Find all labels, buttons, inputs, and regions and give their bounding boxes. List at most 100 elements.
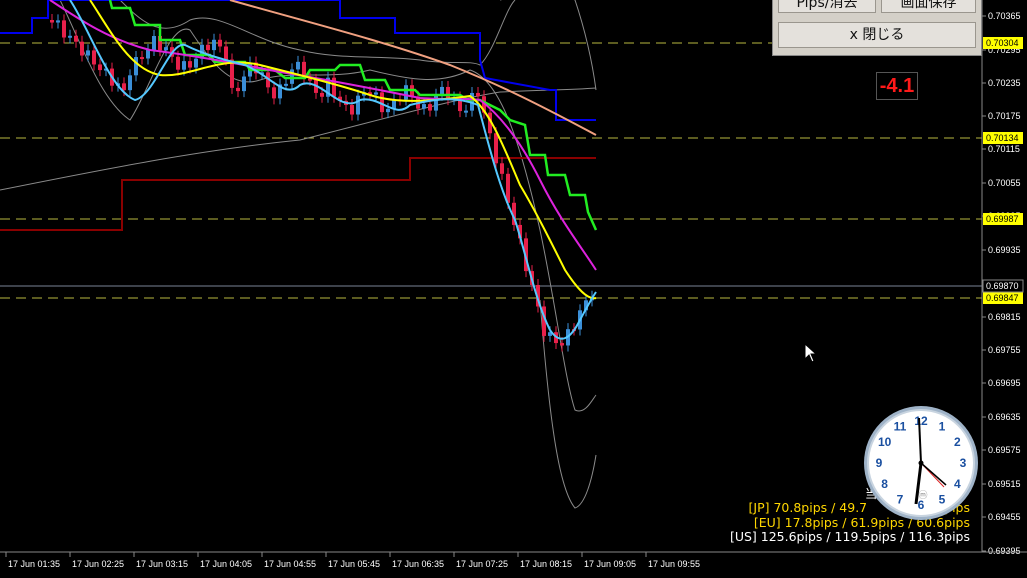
- candle-body: [68, 35, 72, 38]
- candle-body: [428, 104, 432, 111]
- candle-body: [560, 343, 564, 346]
- clock-number: 4: [954, 477, 961, 491]
- candle-body: [242, 76, 246, 92]
- price-label: 0.70365: [988, 11, 1021, 21]
- clock-number: 9: [876, 456, 883, 470]
- price-label: 0.69515: [988, 479, 1021, 489]
- time-label: 17 Jun 08:15: [520, 559, 572, 569]
- price-label: 0.70115: [988, 144, 1020, 154]
- candle-body: [50, 20, 54, 23]
- candle-body: [62, 20, 66, 38]
- candle-body: [290, 69, 294, 84]
- time-axis: 17 Jun 01:35 17 Jun 02:25 17 Jun 03:15 17 J…: [5, 552, 700, 569]
- candle-body: [404, 85, 408, 100]
- price-label: 0.70235: [988, 78, 1021, 88]
- candlesticks: [50, 14, 594, 352]
- candle-body: [212, 39, 216, 51]
- candle-body: [98, 64, 102, 71]
- clock-number: 8: [881, 477, 888, 491]
- candle-body: [500, 163, 504, 174]
- time-label: 17 Jun 04:05: [200, 559, 252, 569]
- candle-body: [440, 86, 444, 95]
- candle-body: [80, 41, 84, 56]
- price-label: 0.70175: [988, 111, 1021, 121]
- price-label: 0.69455: [988, 512, 1021, 522]
- clock-number: 11: [894, 420, 907, 434]
- stats-us: [US] 125.6pips / 119.5pips / 116.3pips: [729, 529, 970, 544]
- clock-logo-icon: ⓜ: [918, 490, 927, 500]
- candle-body: [356, 95, 360, 115]
- time-label: 17 Jun 01:35: [8, 559, 60, 569]
- candle-body: [56, 20, 60, 23]
- candle-body: [434, 94, 438, 111]
- clock-number: 2: [954, 435, 961, 449]
- current-price-label: 0.69870: [986, 281, 1019, 291]
- pips-value-badge: -4.1: [876, 72, 918, 100]
- level-box-label: 0.70304: [986, 38, 1019, 48]
- candle-body: [146, 50, 150, 59]
- time-label: 17 Jun 09:05: [584, 559, 636, 569]
- candle-body: [152, 36, 156, 51]
- candle-body: [194, 58, 198, 68]
- price-label: 0.69695: [988, 378, 1021, 388]
- price-label: 0.69755: [988, 345, 1021, 355]
- candle-body: [494, 133, 498, 164]
- mouse-cursor-icon: [804, 343, 818, 363]
- price-label: 0.69575: [988, 445, 1021, 455]
- price-label: 0.69395: [988, 546, 1021, 556]
- time-label: 17 Jun 03:15: [136, 559, 188, 569]
- candle-body: [374, 92, 378, 95]
- level-box-label: 0.69987: [986, 214, 1019, 224]
- candle-body: [74, 35, 78, 42]
- pips-clear-button[interactable]: Pips/消去: [778, 0, 876, 13]
- time-label: 17 Jun 09:55: [648, 559, 700, 569]
- time-label: 17 Jun 02:25: [72, 559, 124, 569]
- clock-number: 3: [960, 456, 967, 470]
- control-panel: Pips/消去 画面保存 x 閉じる: [772, 0, 982, 56]
- candle-body: [386, 108, 390, 113]
- price-label: 0.70055: [988, 178, 1021, 188]
- clock-number: 12: [914, 414, 928, 428]
- clock-number: 7: [897, 492, 904, 506]
- candle-body: [464, 110, 468, 113]
- candle-body: [236, 87, 240, 92]
- price-label: 0.69815: [988, 312, 1021, 322]
- clock-center: [918, 460, 924, 466]
- candle-body: [164, 47, 168, 51]
- price-label: 0.69935: [988, 245, 1021, 255]
- candle-body: [86, 50, 90, 56]
- candle-body: [134, 57, 138, 76]
- candle-body: [446, 86, 450, 100]
- bollinger-upper-2: [500, 0, 597, 91]
- close-button[interactable]: x 閉じる: [778, 22, 976, 48]
- time-label: 17 Jun 06:35: [392, 559, 444, 569]
- screenshot-save-button[interactable]: 画面保存: [881, 0, 976, 13]
- bollinger-bands: [0, 0, 597, 509]
- level-box-label: 0.70134: [986, 133, 1019, 143]
- candle-body: [422, 104, 426, 109]
- price-label: 0.69635: [988, 412, 1021, 422]
- candle-body: [218, 39, 222, 47]
- candle-body: [476, 92, 480, 97]
- candle-body: [272, 87, 276, 99]
- time-label: 17 Jun 07:25: [456, 559, 508, 569]
- clock-number: 6: [918, 498, 925, 512]
- time-label: 17 Jun 05:45: [328, 559, 380, 569]
- time-label: 17 Jun 04:55: [264, 559, 316, 569]
- candle-body: [350, 105, 354, 115]
- candle-body: [182, 61, 186, 70]
- candle-body: [128, 75, 132, 91]
- candle-body: [206, 44, 210, 51]
- ma-salmon: [229, 0, 597, 136]
- clock-number: 5: [939, 492, 946, 506]
- candle-body: [92, 50, 96, 65]
- candle-body: [296, 61, 300, 70]
- level-box-label: 0.69847: [986, 293, 1019, 303]
- candle-body: [122, 83, 126, 91]
- clock-number: 10: [878, 435, 892, 449]
- candle-body: [176, 56, 180, 70]
- candle-body: [320, 92, 324, 97]
- candle-body: [284, 83, 288, 86]
- analog-clock: 1234567891011 12 ⓜ: [864, 406, 978, 520]
- candle-body: [188, 61, 192, 68]
